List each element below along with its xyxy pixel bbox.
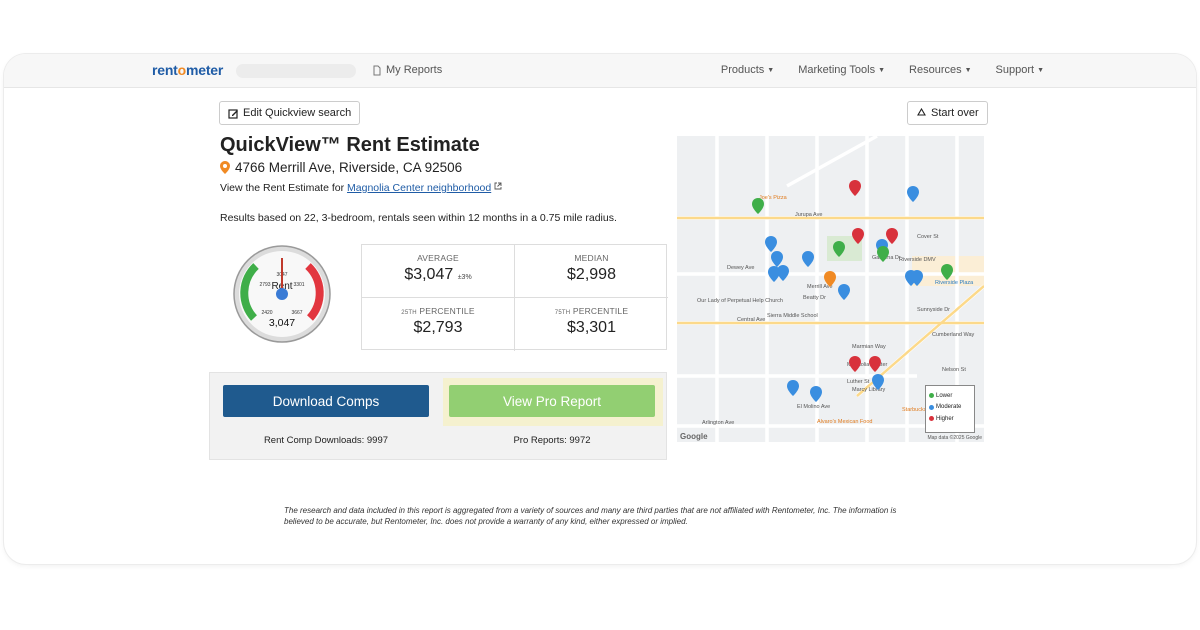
svg-text:Riverside Plaza: Riverside Plaza: [935, 280, 974, 286]
legend-higher: Higher: [929, 413, 971, 425]
svg-text:Sierra Middle School: Sierra Middle School: [767, 313, 818, 319]
svg-text:Central Ave: Central Ave: [737, 317, 765, 323]
gauge-value: 3,047: [269, 317, 295, 329]
page-frame: rentometer My Reports Products ▼ Marketin…: [4, 54, 1196, 564]
pro-report-highlight: View Pro Report: [443, 378, 663, 426]
nav-menu: Products ▼ Marketing Tools ▼ Resources ▼ Su…: [721, 64, 1044, 76]
svg-text:Nelson St: Nelson St: [942, 367, 966, 373]
location-pin-icon: [220, 161, 230, 174]
my-reports-link[interactable]: My Reports: [372, 64, 442, 76]
map-credit: Map data ©2025 Google: [927, 435, 982, 441]
legend-moderate: Moderate: [929, 402, 971, 414]
svg-text:Beatty Dr: Beatty Dr: [803, 295, 826, 301]
stat-median: MEDIAN $2,998: [515, 245, 668, 298]
external-link-icon: [494, 182, 502, 190]
map-legend: Lower Moderate Higher: [925, 385, 975, 433]
svg-text:Jurupa Ave: Jurupa Ave: [795, 212, 822, 218]
caret-down-icon: ▼: [964, 66, 972, 74]
edit-icon: [228, 108, 238, 119]
caret-down-icon: ▼: [1037, 66, 1044, 74]
property-address: 4766 Merrill Ave, Riverside, CA 92506: [220, 160, 462, 175]
svg-text:El Molino Ave: El Molino Ave: [797, 404, 830, 410]
nav-support[interactable]: Support ▼: [996, 64, 1044, 76]
results-summary: Results based on 22, 3-bedroom, rentals …: [220, 212, 617, 224]
svg-text:Cumberland Way: Cumberland Way: [932, 332, 975, 338]
edit-quickview-button[interactable]: Edit Quickview search: [219, 101, 361, 125]
start-over-button[interactable]: Start over: [907, 101, 988, 125]
neighborhood-line: View the Rent Estimate for Magnolia Cent…: [220, 182, 502, 194]
google-logo: Google: [680, 432, 708, 441]
svg-text:Marcy Library: Marcy Library: [852, 387, 886, 393]
page-title: QuickView™ Rent Estimate: [220, 134, 480, 156]
neighborhood-link[interactable]: Magnolia Center neighborhood: [347, 182, 491, 194]
svg-text:Marmian Way: Marmian Way: [852, 344, 886, 350]
caret-down-icon: ▼: [767, 66, 775, 74]
svg-text:Alvaro's Mexican Food: Alvaro's Mexican Food: [817, 419, 872, 425]
gauge-tick-3667: 3667: [291, 310, 302, 316]
pro-reports-count: Pro Reports: 9972: [513, 435, 591, 446]
comps-map[interactable]: Jurupa Ave Riverside DMV Dewey Ave Merri…: [677, 136, 984, 442]
nav-marketing-tools[interactable]: Marketing Tools ▼: [798, 64, 885, 76]
rent-gauge: Rent 2420 2793 3047 3301 3667 3,047: [233, 245, 331, 343]
svg-text:Luther St: Luther St: [847, 379, 870, 385]
nav-resources[interactable]: Resources ▼: [909, 64, 972, 76]
svg-text:Arlington Ave: Arlington Ave: [702, 420, 734, 426]
svg-text:Cover St: Cover St: [917, 234, 939, 240]
stat-25th-percentile: 25TH PERCENTILE $2,793: [362, 298, 515, 351]
top-navbar: rentometer My Reports Products ▼ Marketin…: [4, 54, 1196, 88]
svg-text:Joe's Pizza: Joe's Pizza: [759, 195, 788, 201]
gauge-tick-2420: 2420: [261, 310, 272, 316]
comp-downloads-count: Rent Comp Downloads: 9997: [263, 435, 389, 446]
document-icon: [373, 65, 381, 75]
download-comps-button[interactable]: Download Comps: [223, 385, 429, 417]
gauge-tick-2793: 2793: [259, 282, 270, 288]
view-pro-report-button[interactable]: View Pro Report: [449, 385, 655, 417]
gauge-tick-3301: 3301: [293, 282, 304, 288]
stat-75th-percentile: 75TH PERCENTILE $3,301: [554, 306, 629, 336]
gauge-hub: [276, 288, 288, 300]
svg-text:Starbucks: Starbucks: [902, 407, 927, 413]
rent-stats-grid: AVERAGE $3,047 ±3% MEDIAN $2,998 25TH PE…: [361, 244, 668, 351]
legend-lower: Lower: [929, 390, 971, 402]
disclaimer-text: The research and data included in this r…: [284, 506, 897, 526]
actions-panel: Download Comps View Pro Report Rent Comp…: [209, 372, 667, 460]
recycle-icon: [917, 107, 926, 116]
stat-average: AVERAGE $3,047 ±3%: [362, 245, 515, 298]
svg-text:Our Lady of Perpetual Help Chu: Our Lady of Perpetual Help Church: [697, 298, 783, 304]
svg-text:Dewey Ave: Dewey Ave: [727, 265, 754, 271]
svg-text:Sunnyside Dr: Sunnyside Dr: [917, 307, 950, 313]
svg-text:Riverside DMV: Riverside DMV: [899, 257, 936, 263]
nav-products[interactable]: Products ▼: [721, 64, 774, 76]
blurred-account-area: [236, 64, 356, 78]
caret-down-icon: ▼: [878, 66, 886, 74]
rentometer-logo[interactable]: rentometer: [152, 62, 223, 78]
